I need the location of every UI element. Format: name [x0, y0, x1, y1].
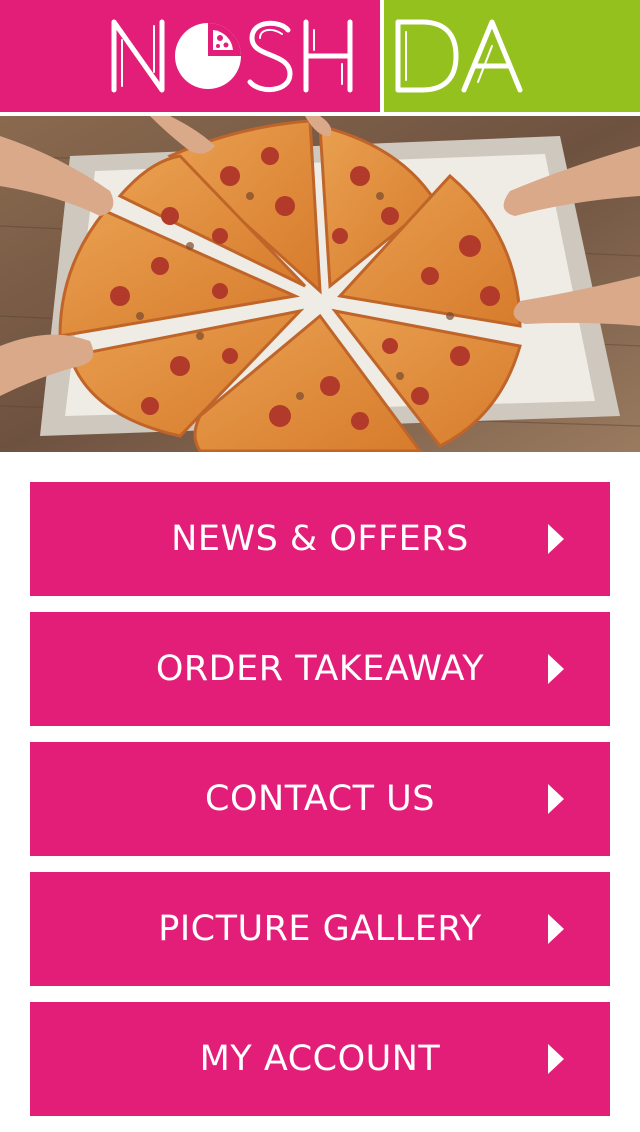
menu-item-label: CONTACT US	[205, 779, 435, 819]
logo-da	[395, 19, 523, 93]
hero-pizza-image	[0, 116, 640, 452]
menu-item-label: MY ACCOUNT	[199, 1039, 441, 1079]
main-menu: NEWS & OFFERS ORDER TAKEAWAY CONTACT US …	[30, 482, 610, 1132]
pizza-logo-icon	[175, 23, 241, 89]
chevron-right-icon	[548, 914, 564, 944]
menu-item-news-offers[interactable]: NEWS & OFFERS	[30, 482, 610, 596]
menu-item-label: PICTURE GALLERY	[158, 909, 482, 949]
menu-item-order-takeaway[interactable]: ORDER TAKEAWAY	[30, 612, 610, 726]
menu-item-label: NEWS & OFFERS	[171, 519, 469, 559]
chevron-right-icon	[548, 524, 564, 554]
logo-da-panel	[384, 0, 640, 112]
chevron-right-icon	[548, 784, 564, 814]
menu-item-contact-us[interactable]: CONTACT US	[30, 742, 610, 856]
pizza-photo	[0, 116, 640, 452]
chevron-right-icon	[548, 654, 564, 684]
menu-item-my-account[interactable]: MY ACCOUNT	[30, 1002, 610, 1116]
logo-nosh-panel	[0, 0, 380, 112]
menu-item-label: ORDER TAKEAWAY	[155, 649, 485, 689]
logo-nosh	[111, 19, 353, 93]
menu-item-picture-gallery[interactable]: PICTURE GALLERY	[30, 872, 610, 986]
chevron-right-icon	[548, 1044, 564, 1074]
app-header	[0, 0, 640, 112]
